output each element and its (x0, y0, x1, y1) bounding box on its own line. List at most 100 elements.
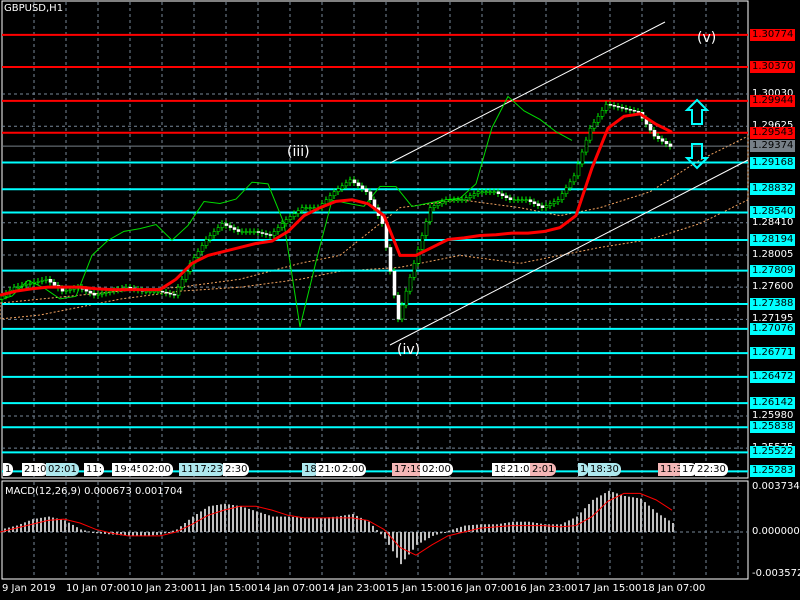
event-marker[interactable]: 17:23 (192, 463, 225, 476)
macd-histogram-bar (20, 523, 22, 532)
candle-body (500, 193, 505, 197)
event-marker[interactable]: 2:01 (530, 463, 557, 476)
event-marker[interactable]: 02:00 (140, 463, 173, 476)
price-chart[interactable] (0, 0, 800, 600)
level-label: 1.27388 (750, 298, 796, 311)
time-axis-label: 14 Jan 07:00 (258, 583, 322, 594)
candle-body (300, 207, 305, 211)
candle-body (284, 219, 289, 224)
candle-body (516, 199, 521, 201)
macd-histogram-bar (60, 519, 62, 532)
candle-body (576, 163, 581, 177)
candle-body (520, 199, 525, 201)
macd-histogram-bar (496, 524, 498, 532)
candle-body (572, 175, 577, 183)
event-marker[interactable]: 02:00 (420, 463, 453, 476)
candle-body (88, 290, 93, 294)
time-axis-label: 15 Jan 15:00 (386, 583, 450, 594)
macd-histogram-bar (96, 532, 98, 534)
candle-body (276, 227, 281, 232)
candle-body (216, 227, 221, 232)
candle-body (612, 105, 617, 107)
time-axis-label: 9 Jan 2019 (2, 583, 56, 594)
event-marker[interactable]: 02:01 (46, 463, 79, 476)
macd-axis-zero: 0.000000 (752, 526, 800, 537)
candle-body (24, 283, 29, 286)
level-label: 1.28540 (750, 206, 796, 219)
arrow-up-icon (684, 98, 710, 125)
time-axis-label: 18 Jan 07:00 (642, 583, 706, 594)
macd-histogram-bar (208, 506, 210, 532)
macd-histogram-bar (172, 530, 174, 532)
macd-histogram-bar (152, 532, 154, 536)
candle-body (560, 193, 565, 200)
level-label: 1.30774 (750, 28, 796, 41)
macd-histogram-bar (220, 504, 222, 532)
level-label: 1.27076 (750, 322, 796, 335)
level-label: 1.25283 (750, 465, 796, 478)
macd-histogram-bar (560, 524, 562, 532)
candle-body (408, 276, 413, 292)
candle-body (348, 179, 353, 184)
candle-body (20, 284, 25, 287)
macd-histogram-bar (56, 518, 58, 532)
macd-histogram-bar (360, 517, 362, 532)
macd-histogram-bar (448, 530, 450, 532)
candle-body (308, 207, 313, 209)
candle-body (260, 232, 265, 234)
candle-body (240, 231, 245, 233)
candle-body (164, 291, 169, 294)
candle-body (256, 231, 261, 233)
candle-body (144, 290, 149, 293)
level-label: 1.26472 (750, 370, 796, 383)
candle-body (396, 294, 401, 320)
macd-histogram-bar (424, 532, 426, 541)
macd-histogram-bar (248, 508, 250, 532)
macd-histogram-bar (368, 521, 370, 532)
macd-histogram-bar (452, 529, 454, 532)
candle-body (336, 188, 341, 193)
price-axis-label: 1.28005 (752, 248, 794, 260)
macd-histogram-bar (620, 494, 622, 532)
candle-body (488, 191, 493, 194)
candle-body (160, 290, 165, 293)
macd-histogram-bar (36, 518, 38, 532)
macd-histogram-bar (528, 521, 530, 532)
candle-body (536, 203, 541, 206)
event-marker[interactable]: 21:0 (22, 463, 49, 476)
level-label: 1.29944 (750, 94, 796, 107)
macd-histogram-bar (64, 520, 66, 532)
macd-histogram-bar (444, 532, 446, 533)
candle-body (16, 285, 21, 288)
candle-body (12, 286, 17, 291)
price-axis-label: 1.28410 (752, 216, 794, 228)
candle-body (496, 191, 501, 195)
event-marker[interactable]: 18:30 (588, 463, 621, 476)
macd-histogram-bar (572, 518, 574, 532)
macd-histogram-bar (464, 525, 466, 532)
macd-histogram-bar (156, 532, 158, 535)
candle-body (152, 290, 157, 293)
macd-histogram-bar (520, 521, 522, 532)
event-marker[interactable]: 11: (84, 463, 105, 476)
candle-body (368, 191, 373, 200)
macd-histogram-bar (232, 505, 234, 532)
macd-histogram-bar (280, 516, 282, 532)
macd-histogram-bar (648, 505, 650, 532)
macd-histogram-bar (44, 517, 46, 532)
macd-histogram-bar (456, 528, 458, 532)
macd-histogram-bar (264, 514, 266, 532)
candle-body (280, 223, 285, 228)
macd-histogram-bar (304, 517, 306, 532)
macd-histogram-bar (84, 530, 86, 532)
candle-body (664, 141, 669, 145)
time-axis-label: 16 Jan 07:00 (450, 583, 514, 594)
macd-histogram-bar (140, 532, 142, 536)
arrow-down-icon (684, 143, 710, 170)
event-marker[interactable]: 22:30 (695, 463, 728, 476)
event-marker[interactable]: 2:30 (223, 463, 250, 476)
macd-histogram-bar (256, 511, 258, 532)
candle-body (632, 110, 637, 112)
candle-body (344, 182, 349, 187)
event-marker[interactable]: 2:00 (340, 463, 367, 476)
